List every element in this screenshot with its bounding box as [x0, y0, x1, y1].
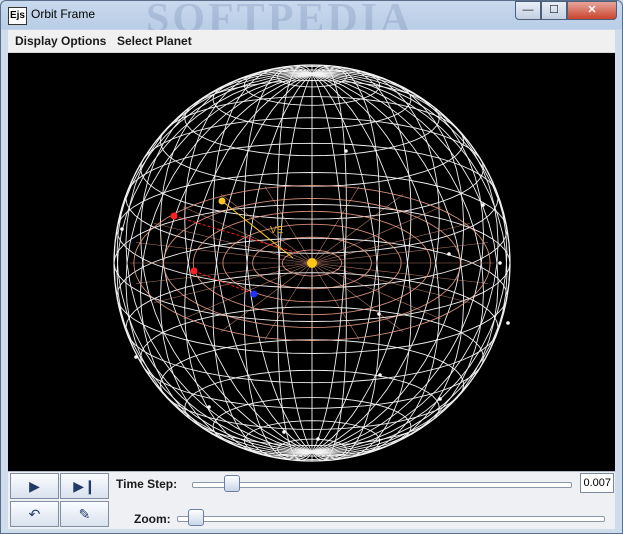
play-icon: ▶	[29, 478, 40, 494]
ecliptic-radial-line	[154, 223, 313, 264]
edit-button[interactable]: ✎	[60, 501, 109, 527]
zoom-label: Zoom:	[134, 512, 171, 526]
pencil-icon: ✎	[78, 506, 91, 522]
celestial-sphere-scene[interactable]: VE	[8, 53, 615, 471]
time-step-label: Time Step:	[116, 477, 178, 491]
menu-bar: Display Options Select Planet	[8, 30, 615, 53]
planet-marker-yellow	[218, 197, 226, 205]
title-bar[interactable]: Ejs Orbit Frame SOFTPEDIA — ☐ ✕	[1, 1, 622, 42]
time-step-value-field[interactable]: 0.007	[580, 473, 614, 493]
planet-label-ve: VE	[270, 225, 284, 236]
star-dot	[344, 149, 348, 153]
time-step-slider[interactable]	[186, 475, 578, 493]
zoom-track	[177, 516, 605, 522]
planet-marker-red	[190, 267, 198, 275]
control-panel: ▶ ▶❙ ↶ ✎ Time Step: 0.007 Zoom:	[8, 471, 615, 529]
star-dot	[207, 405, 211, 409]
star-dot	[120, 227, 124, 231]
star-dot	[378, 373, 382, 377]
ecliptic-radial-line	[311, 223, 470, 264]
close-button[interactable]: ✕	[567, 1, 617, 20]
3d-orbit-view[interactable]: VE	[8, 53, 615, 471]
star-dot	[134, 355, 138, 359]
ecliptic-radial-line	[154, 262, 313, 303]
menu-display-options[interactable]: Display Options	[15, 34, 106, 48]
star-dot	[438, 397, 442, 401]
star-dot	[481, 203, 485, 207]
menu-select-planet[interactable]: Select Planet	[117, 34, 192, 48]
step-button[interactable]: ▶❙	[60, 473, 109, 499]
star-dot	[316, 437, 320, 441]
minimize-button[interactable]: —	[515, 1, 541, 20]
star-dot	[498, 261, 502, 265]
orbit-frame-window: Ejs Orbit Frame SOFTPEDIA — ☐ ✕ Display …	[0, 0, 623, 534]
zoom-thumb[interactable]	[188, 509, 204, 526]
time-step-thumb[interactable]	[224, 475, 240, 492]
star-dot	[447, 252, 451, 256]
window-title: Orbit Frame	[31, 7, 96, 21]
maximize-button[interactable]: ☐	[541, 1, 567, 20]
ecliptic-radial-line	[311, 262, 470, 303]
reset-button[interactable]: ↶	[10, 501, 59, 527]
sun-marker	[307, 258, 317, 268]
star-dot	[377, 312, 381, 316]
planet-marker-blue	[250, 290, 258, 298]
step-icon: ▶❙	[73, 478, 96, 494]
time-step-track	[192, 482, 572, 488]
star-dot	[282, 430, 286, 434]
star-dot	[506, 321, 510, 325]
zoom-slider[interactable]	[171, 509, 611, 527]
reset-icon: ↶	[28, 506, 41, 522]
planet-marker-red	[170, 212, 178, 220]
ejs-app-icon: Ejs	[8, 7, 27, 25]
play-button[interactable]: ▶	[10, 473, 59, 499]
